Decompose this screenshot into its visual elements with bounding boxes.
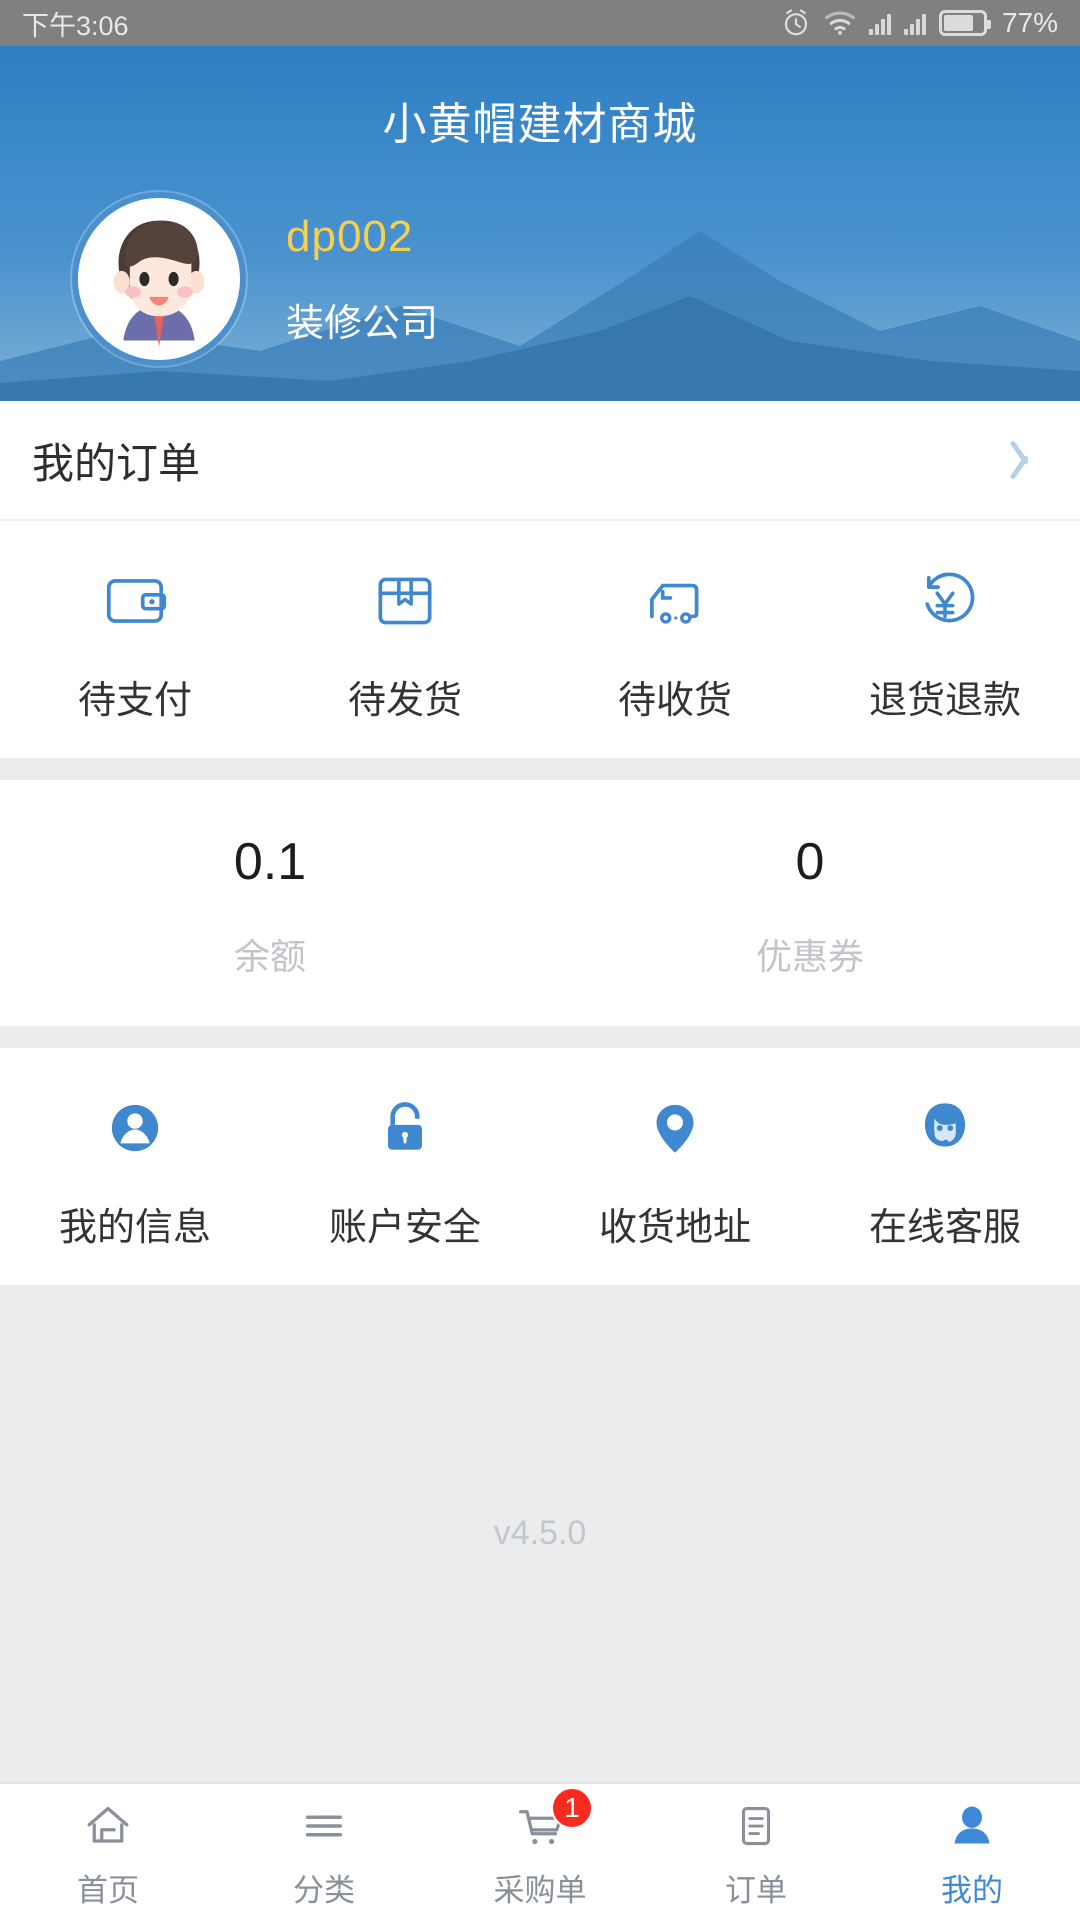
user-circle-icon <box>98 1090 172 1166</box>
package-box-icon <box>368 563 442 639</box>
profile-header: 小黄帽建材商城 dp002 装修公司 <box>0 46 1080 401</box>
order-status-label: 待支付 <box>77 680 192 722</box>
service-my-info[interactable]: 我的信息 <box>0 1090 270 1251</box>
order-status-label: 待收货 <box>617 680 732 722</box>
wallet-stats: 0.1 余额 0 优惠券 <box>0 780 1080 1026</box>
wifi-icon <box>824 10 856 36</box>
service-account-security[interactable]: 账户安全 <box>270 1090 540 1251</box>
service-label: 在线客服 <box>868 1207 1021 1249</box>
profile-text: dp002 装修公司 <box>286 212 438 347</box>
wallet-balance-label: 余额 <box>233 936 306 977</box>
cart-badge: 1 <box>551 1786 593 1829</box>
tab-label: 订单 <box>725 1872 787 1908</box>
person-icon <box>942 1795 1002 1857</box>
tab-category[interactable]: 分类 <box>216 1784 432 1920</box>
order-status-pending-payment[interactable]: 待支付 <box>0 563 270 724</box>
page-title: 小黄帽建材商城 <box>382 100 698 149</box>
wallet-coupons[interactable]: 0 优惠券 <box>540 832 1080 980</box>
order-status-label: 待发货 <box>347 680 462 722</box>
wallet-card: 0.1 余额 0 优惠券 <box>0 780 1080 1026</box>
service-label: 收货地址 <box>598 1207 751 1249</box>
user-role: 装修公司 <box>286 302 439 345</box>
my-orders-header[interactable]: 我的订单 <box>0 401 1080 521</box>
services-card: 我的信息 账户安全 收货地址 在线客服 <box>0 1048 1080 1285</box>
status-bar-icons: 77% <box>781 7 1058 39</box>
tab-label: 采购单 <box>493 1872 587 1908</box>
wallet-balance-value: 0.1 <box>233 833 307 891</box>
profile-block[interactable]: dp002 装修公司 <box>0 152 1080 366</box>
status-bar-time: 下午3:06 <box>22 10 129 41</box>
service-label: 账户安全 <box>328 1207 481 1249</box>
battery-percent: 77% <box>1001 7 1058 38</box>
wallet-coupon-label: 优惠券 <box>755 936 864 977</box>
wallet-balance[interactable]: 0.1 余额 <box>0 832 540 980</box>
tab-profile[interactable]: 我的 <box>864 1784 1080 1920</box>
order-status-grid: 待支付 待发货 待收货 退货退款 <box>0 521 1080 758</box>
chevron-right-icon[interactable] <box>1022 438 1048 482</box>
bottom-tab-bar: 首页 分类 1 采购单 订单 我的 <box>0 1782 1080 1920</box>
status-bar: 下午3:06 77% <box>0 0 1080 46</box>
order-status-refund[interactable]: 退货退款 <box>810 563 1080 724</box>
avatar-illustration <box>78 198 240 360</box>
service-online-support[interactable]: 在线客服 <box>810 1090 1080 1251</box>
wallet-coupon-value: 0 <box>795 833 825 891</box>
my-orders-card: 我的订单 待支付 待发货 待收货 退货退款 <box>0 401 1080 758</box>
order-document-icon <box>726 1795 786 1857</box>
lock-icon <box>368 1090 442 1166</box>
app-version: v4.5.0 <box>493 1514 587 1552</box>
wallet-icon <box>98 563 172 639</box>
battery-icon <box>938 10 991 36</box>
my-orders-title: 我的订单 <box>32 439 201 487</box>
delivery-truck-icon <box>638 563 712 639</box>
tab-home[interactable]: 首页 <box>0 1784 216 1920</box>
signal-icon <box>868 11 891 35</box>
order-status-label: 退货退款 <box>868 680 1021 722</box>
service-label: 我的信息 <box>58 1207 211 1249</box>
order-status-pending-receipt[interactable]: 待收货 <box>540 563 810 724</box>
category-lines-icon <box>294 1795 354 1857</box>
services-grid: 我的信息 账户安全 收货地址 在线客服 <box>0 1048 1080 1285</box>
tab-label: 我的 <box>941 1872 1003 1908</box>
username: dp002 <box>286 211 414 261</box>
shopping-cart-icon: 1 <box>509 1786 593 1857</box>
tab-purchase-list[interactable]: 1 采购单 <box>432 1784 648 1920</box>
refund-yen-icon <box>908 563 982 639</box>
alarm-icon <box>781 8 811 38</box>
avatar[interactable] <box>72 192 246 366</box>
order-status-pending-shipment[interactable]: 待发货 <box>270 563 540 724</box>
page-body: 小黄帽建材商城 dp002 装修公司 我的订单 待支付 待发货 待收货 退货退款… <box>0 46 1080 1782</box>
tab-label: 首页 <box>77 1872 139 1908</box>
tab-label: 分类 <box>293 1872 355 1908</box>
section-divider <box>0 1026 1080 1048</box>
home-icon <box>78 1795 138 1857</box>
tab-orders[interactable]: 订单 <box>648 1784 864 1920</box>
service-shipping-address[interactable]: 收货地址 <box>540 1090 810 1251</box>
section-divider <box>0 758 1080 780</box>
signal-icon <box>903 11 926 35</box>
footer-area: v4.5.0 <box>0 1285 1080 1782</box>
customer-service-icon <box>908 1090 982 1166</box>
location-pin-icon <box>638 1090 712 1166</box>
